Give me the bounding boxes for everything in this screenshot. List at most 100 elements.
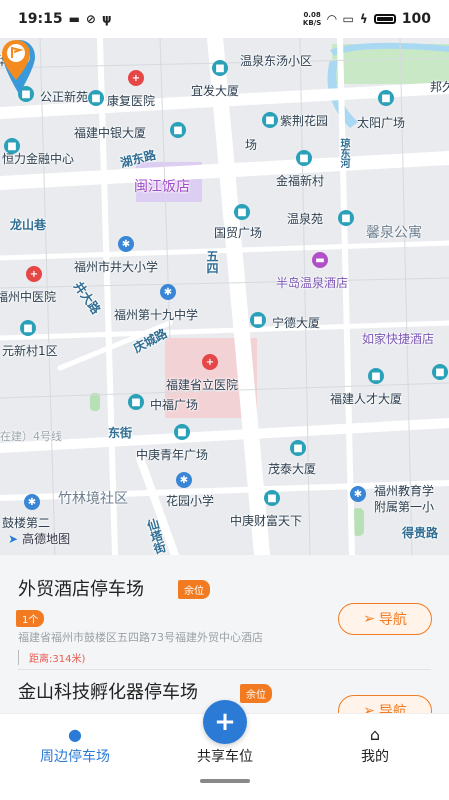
map-label: 福建中银大厦 [74, 126, 147, 140]
map-label: 中庚财富天下 [230, 514, 303, 528]
bottom-navigation: ● 周边停车场 共享车位 + ⌂ 我的 [0, 700, 449, 800]
tab-mine[interactable]: ⌂ 我的 [300, 714, 449, 774]
poi-icon[interactable]: ■ [264, 490, 280, 506]
charging-icon: ϟ [359, 12, 368, 26]
poi-icon[interactable]: ■ [296, 150, 312, 166]
map-label: 公正新苑 [40, 90, 89, 104]
send-arrow-icon: ➢ [363, 611, 375, 627]
map-label: 福建人才大厦 [330, 392, 403, 406]
poi-icon[interactable]: ■ [212, 60, 228, 76]
home-indicator[interactable] [200, 779, 250, 783]
availability-tag: 余位 [178, 580, 210, 599]
map-label: 康复医院 [107, 94, 156, 108]
notification-icon: ▬ [68, 12, 80, 26]
map-label: 竹林境社区 [58, 491, 128, 507]
navigation-arrow-icon: ➤ [8, 531, 19, 546]
sim-icon: ▭ [342, 12, 354, 26]
poi-icon[interactable]: ■ [174, 424, 190, 440]
battery-level: 100 [401, 11, 431, 27]
school-icon[interactable]: ✱ [350, 486, 366, 502]
map-label: 邦久 [430, 80, 449, 94]
map-label-hotel: 如家快捷酒店 [362, 332, 435, 346]
poi-icon[interactable]: ■ [88, 90, 104, 106]
map-label: 茂泰大厦 [268, 462, 317, 476]
navigate-button[interactable]: ➢ 导航 [338, 603, 432, 635]
hospital-icon[interactable]: + [128, 70, 144, 86]
map-label-hotel: 半岛温泉酒店 [276, 276, 349, 290]
poi-icon[interactable]: ■ [4, 138, 20, 154]
map-label: 国贸广场 [214, 226, 263, 240]
plus-icon: + [214, 707, 236, 737]
map-view[interactable]: 华新城 温泉东汤小区 邦久 公正新苑 康复医院 宜发大厦 福建中银大厦 紫荆花园… [0, 38, 449, 555]
school-icon[interactable]: ✱ [160, 284, 176, 300]
map-label: 附属第一小 [374, 500, 435, 514]
parking-marker-icon[interactable] [0, 38, 32, 82]
available-count-tag: 1个 [16, 610, 45, 627]
map-label: 福州市井大小学 [74, 260, 159, 274]
hospital-icon[interactable]: + [26, 266, 42, 282]
map-label: 宁德大厦 [272, 316, 321, 330]
poi-icon[interactable]: ■ [378, 90, 394, 106]
navigate-button[interactable]: ➢ 导航 [338, 695, 432, 713]
map-label: 太阳广场 [357, 116, 406, 130]
poi-icon[interactable]: ■ [290, 440, 306, 456]
status-bar: 19:15 ▬ ⊘ ψ 0.08 KB/S ◠ ▭ ϟ 100 [0, 0, 449, 38]
availability-tag: 余位 [240, 684, 272, 703]
battery-icon [373, 14, 396, 24]
divider [18, 669, 431, 670]
tab-nearby-parking[interactable]: ● 周边停车场 [0, 714, 150, 774]
hotel-icon[interactable]: ▬ [312, 252, 328, 268]
road-label: 得贵路 [402, 526, 439, 540]
add-shared-space-button[interactable]: + [203, 700, 247, 744]
map-label: 馨泉公寓 [366, 225, 422, 241]
map-label: 中福广场 [150, 398, 199, 412]
home-icon: ⌂ [369, 725, 381, 744]
map-label-metro: 在建）4号线 [0, 430, 62, 443]
map-provider-logo: ➤ 高德地图 [8, 531, 71, 547]
map-label: 福建省立医院 [166, 378, 239, 392]
map-label: 紫荆花园 [280, 114, 329, 128]
poi-icon[interactable]: ■ [432, 364, 448, 380]
wifi-icon: ◠ [327, 12, 337, 26]
map-label: 场 [245, 138, 258, 152]
school-icon[interactable]: ✱ [176, 472, 192, 488]
map-label: 福州第十九中学 [114, 308, 199, 322]
road-label: 东街 [108, 426, 133, 440]
tab-label: 共享车位 [197, 749, 253, 765]
tab-label: 周边停车场 [40, 749, 110, 765]
parking-address: 福建省福州市鼓楼区五四路73号福建外贸中心酒店 [18, 631, 263, 644]
hospital-icon[interactable]: + [202, 354, 218, 370]
map-label: 福州中医院 [0, 290, 57, 304]
poi-icon[interactable]: ■ [128, 394, 144, 410]
poi-icon[interactable]: ■ [262, 112, 278, 128]
map-label: 中庚青年广场 [136, 448, 209, 462]
road-label: 龙山巷 [10, 218, 47, 232]
road-label: 琼东河 [338, 138, 349, 168]
poi-icon[interactable]: ■ [20, 320, 36, 336]
net-speed: 0.08 KB/S [302, 11, 322, 27]
map-label: 温泉东汤小区 [240, 54, 313, 68]
road-label: 五四 [205, 250, 219, 274]
map-label: 宜发大厦 [191, 84, 240, 98]
parking-name: 金山科技孵化器停车场 [18, 682, 198, 703]
parking-card[interactable]: 外贸酒店停车场 余位 1个 ➢ 导航 福建省福州市鼓楼区五四路73号福建外贸中心… [0, 555, 449, 673]
map-label-hotel: 闽江饭店 [134, 179, 190, 195]
school-icon[interactable]: ✱ [118, 236, 134, 252]
parking-distance: 距离:314米) [18, 650, 85, 665]
poi-icon[interactable]: ■ [170, 122, 186, 138]
check-circle-icon: ⊘ [85, 12, 96, 26]
poi-icon[interactable]: ■ [368, 368, 384, 384]
map-label: 元新村1区 [2, 344, 58, 358]
school-icon[interactable]: ✱ [24, 494, 40, 510]
parking-list[interactable]: 外贸酒店停车场 余位 1个 ➢ 导航 福建省福州市鼓楼区五四路73号福建外贸中心… [0, 555, 449, 713]
map-label: 温泉苑 [287, 212, 324, 226]
parking-name: 外贸酒店停车场 [18, 579, 144, 600]
poi-icon[interactable]: ■ [338, 210, 354, 226]
map-label: 金福新村 [276, 174, 325, 188]
poi-icon[interactable]: ■ [250, 312, 266, 328]
poi-icon[interactable]: ■ [234, 204, 250, 220]
map-label: 鼓楼第二 [2, 516, 51, 530]
location-pin-icon: ● [68, 725, 82, 744]
map-label: 福州教育学 [374, 484, 435, 498]
tab-label: 我的 [361, 749, 389, 765]
